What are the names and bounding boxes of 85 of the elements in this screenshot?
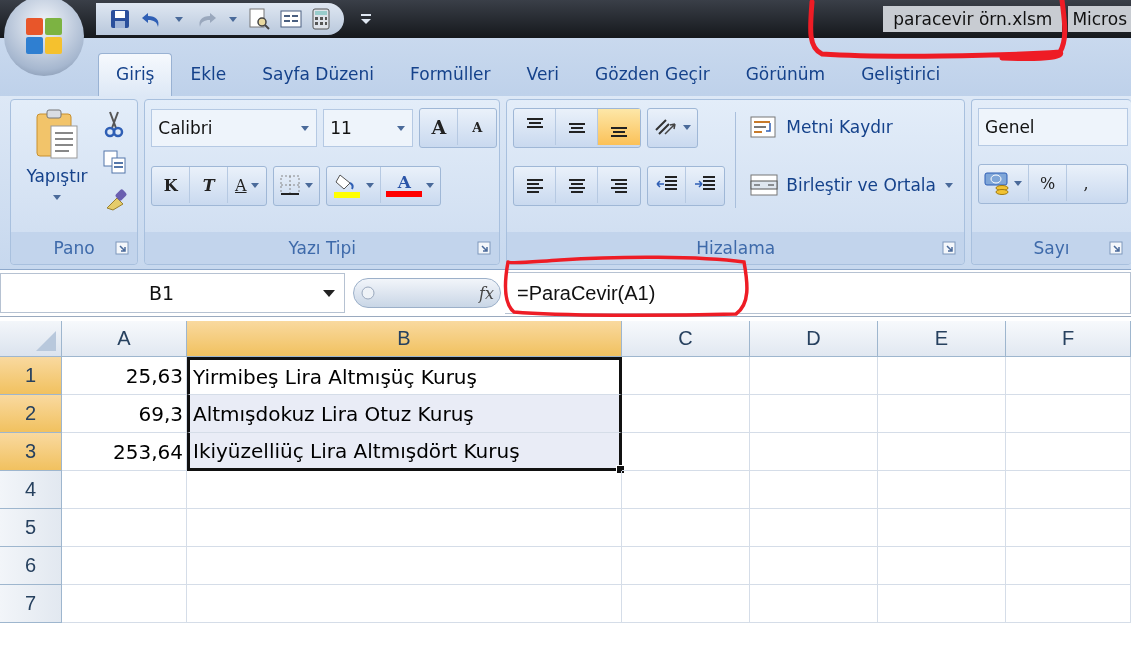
- circle-icon: [360, 285, 376, 301]
- row-header[interactable]: 1: [0, 357, 62, 395]
- ribbon-tab[interactable]: Gözden Geçir: [577, 53, 728, 96]
- window-title: paracevir örn.xlsm: [883, 6, 1063, 32]
- name-box[interactable]: B1: [0, 273, 345, 313]
- group-label: Sayı: [1033, 238, 1070, 258]
- caret-icon: [249, 181, 260, 189]
- ribbon-tab[interactable]: Veri: [508, 53, 578, 96]
- group-label: Hizalama: [696, 238, 776, 258]
- paste-button[interactable]: Yapıştır: [17, 108, 97, 232]
- ribbon-tab[interactable]: Giriş: [98, 53, 173, 96]
- align-icon: [525, 176, 544, 194]
- form-icon[interactable]: [280, 9, 302, 29]
- caret-icon: [365, 181, 376, 189]
- merge-center-button[interactable]: Birleştir ve Ortala: [746, 166, 958, 204]
- font-size-field[interactable]: 11: [323, 109, 414, 147]
- calculator-icon[interactable]: [312, 8, 330, 30]
- caret-icon: [52, 194, 62, 201]
- dialog-launcher-icon[interactable]: [477, 241, 492, 255]
- borders-icon: [279, 174, 302, 196]
- align-icon: [567, 176, 586, 194]
- print-preview-icon[interactable]: [248, 8, 270, 30]
- comma-button[interactable]: ,: [1067, 165, 1105, 201]
- align-icon: [525, 116, 544, 129]
- table-cell: Altmışdokuz Lira Otuz Kuruş: [187, 395, 622, 433]
- column-header[interactable]: A: [62, 321, 187, 357]
- percent-button[interactable]: %: [1029, 165, 1067, 201]
- app-name: Micros: [1068, 6, 1131, 32]
- align-icon: [610, 125, 629, 138]
- caret-icon: [1013, 179, 1023, 187]
- insert-function-button[interactable]: fx: [353, 278, 501, 308]
- column-header[interactable]: F: [1006, 321, 1131, 357]
- save-icon[interactable]: [110, 9, 130, 29]
- underline-button[interactable]: A: [228, 167, 267, 203]
- caret-icon: [228, 15, 238, 23]
- dialog-launcher-icon[interactable]: [115, 241, 130, 255]
- ribbon-tab[interactable]: Ekle: [172, 53, 245, 96]
- office-logo-icon: [24, 16, 64, 56]
- group-label: Yazı Tipi: [288, 238, 357, 258]
- caret-icon: [396, 124, 407, 132]
- caret-icon: [304, 181, 315, 189]
- row-header[interactable]: 4: [0, 471, 62, 509]
- column-header[interactable]: E: [878, 321, 1006, 357]
- column-header[interactable]: D: [750, 321, 878, 357]
- copy-icon[interactable]: [103, 150, 127, 174]
- font-name-field[interactable]: Calibri: [151, 109, 318, 147]
- table-cell: Yirmibeş Lira Altmışüç Kuruş: [187, 357, 622, 395]
- grow-font-button[interactable]: A: [420, 109, 459, 145]
- row-header[interactable]: 7: [0, 585, 62, 623]
- table-cell: Ikiyüzelliüç Lira Altmışdört Kuruş: [187, 433, 622, 471]
- triangle-icon: [35, 330, 57, 352]
- wrap-text-button[interactable]: Metni Kaydır: [746, 108, 958, 146]
- caret-icon: [174, 15, 184, 23]
- align-icon: [610, 176, 629, 194]
- italic-button[interactable]: T: [190, 167, 229, 203]
- row-header[interactable]: 5: [0, 509, 62, 547]
- align-bottom-button[interactable]: [598, 109, 641, 145]
- shrink-font-button[interactable]: A: [458, 109, 497, 145]
- wrap-text-icon: [750, 115, 779, 139]
- ribbon-tab[interactable]: Görünüm: [727, 53, 844, 96]
- money-icon: [984, 170, 1010, 196]
- row-header[interactable]: 3: [0, 433, 62, 471]
- dialog-launcher-icon[interactable]: [942, 241, 956, 255]
- ribbon-tab[interactable]: Geliştirici: [843, 53, 959, 96]
- ribbon-tab[interactable]: Formüller: [392, 53, 509, 96]
- scissors-icon[interactable]: [103, 110, 125, 138]
- column-header[interactable]: C: [622, 321, 750, 357]
- ribbon-tab[interactable]: Sayfa Düzeni: [244, 53, 393, 96]
- number-format-field[interactable]: Genel: [978, 108, 1128, 146]
- caret-icon: [944, 181, 954, 189]
- caret-icon: [300, 124, 311, 132]
- row-header[interactable]: 6: [0, 547, 62, 585]
- formula-field[interactable]: =ParaCevir(A1): [505, 272, 1131, 314]
- clipboard-icon: [35, 108, 79, 160]
- bold-button[interactable]: K: [152, 167, 191, 203]
- caret-icon: [682, 123, 693, 131]
- merge-cells-icon: [750, 174, 779, 196]
- caret-icon: [425, 181, 436, 189]
- align-icon: [567, 120, 586, 134]
- fill-handle[interactable]: [616, 465, 625, 474]
- row-header[interactable]: 2: [0, 395, 62, 433]
- group-label: Pano: [53, 238, 95, 258]
- caret-icon[interactable]: [322, 288, 336, 298]
- dialog-launcher-icon[interactable]: [1109, 241, 1123, 255]
- column-header[interactable]: B: [187, 321, 622, 357]
